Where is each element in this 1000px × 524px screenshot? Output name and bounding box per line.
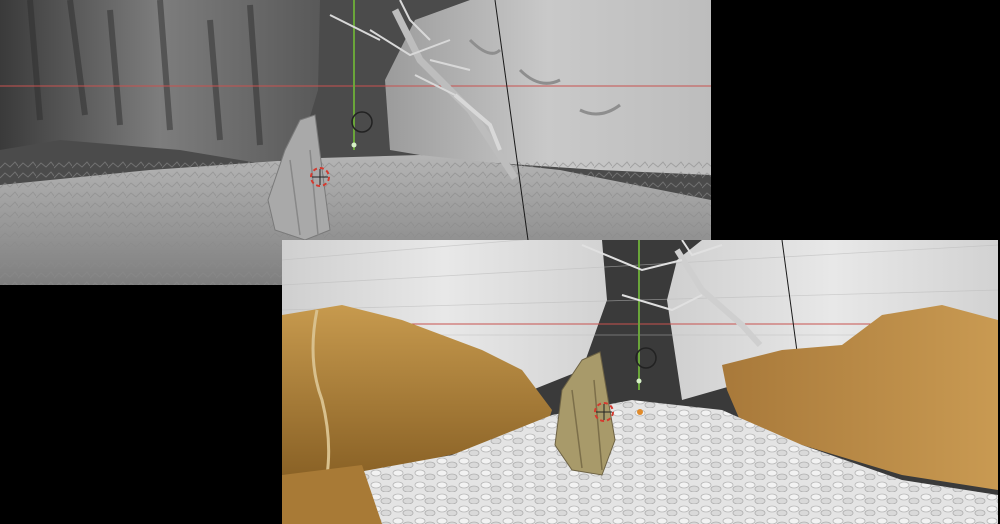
origin-point <box>351 142 357 148</box>
origin-point <box>636 378 642 384</box>
right-cliff <box>385 0 711 175</box>
viewport-material-canvas[interactable] <box>282 240 998 524</box>
viewport-material[interactable] <box>282 240 998 524</box>
selected-origin-point <box>637 409 643 415</box>
3d-cursor-icon[interactable] <box>594 402 614 422</box>
3d-cursor-icon[interactable] <box>310 167 330 187</box>
